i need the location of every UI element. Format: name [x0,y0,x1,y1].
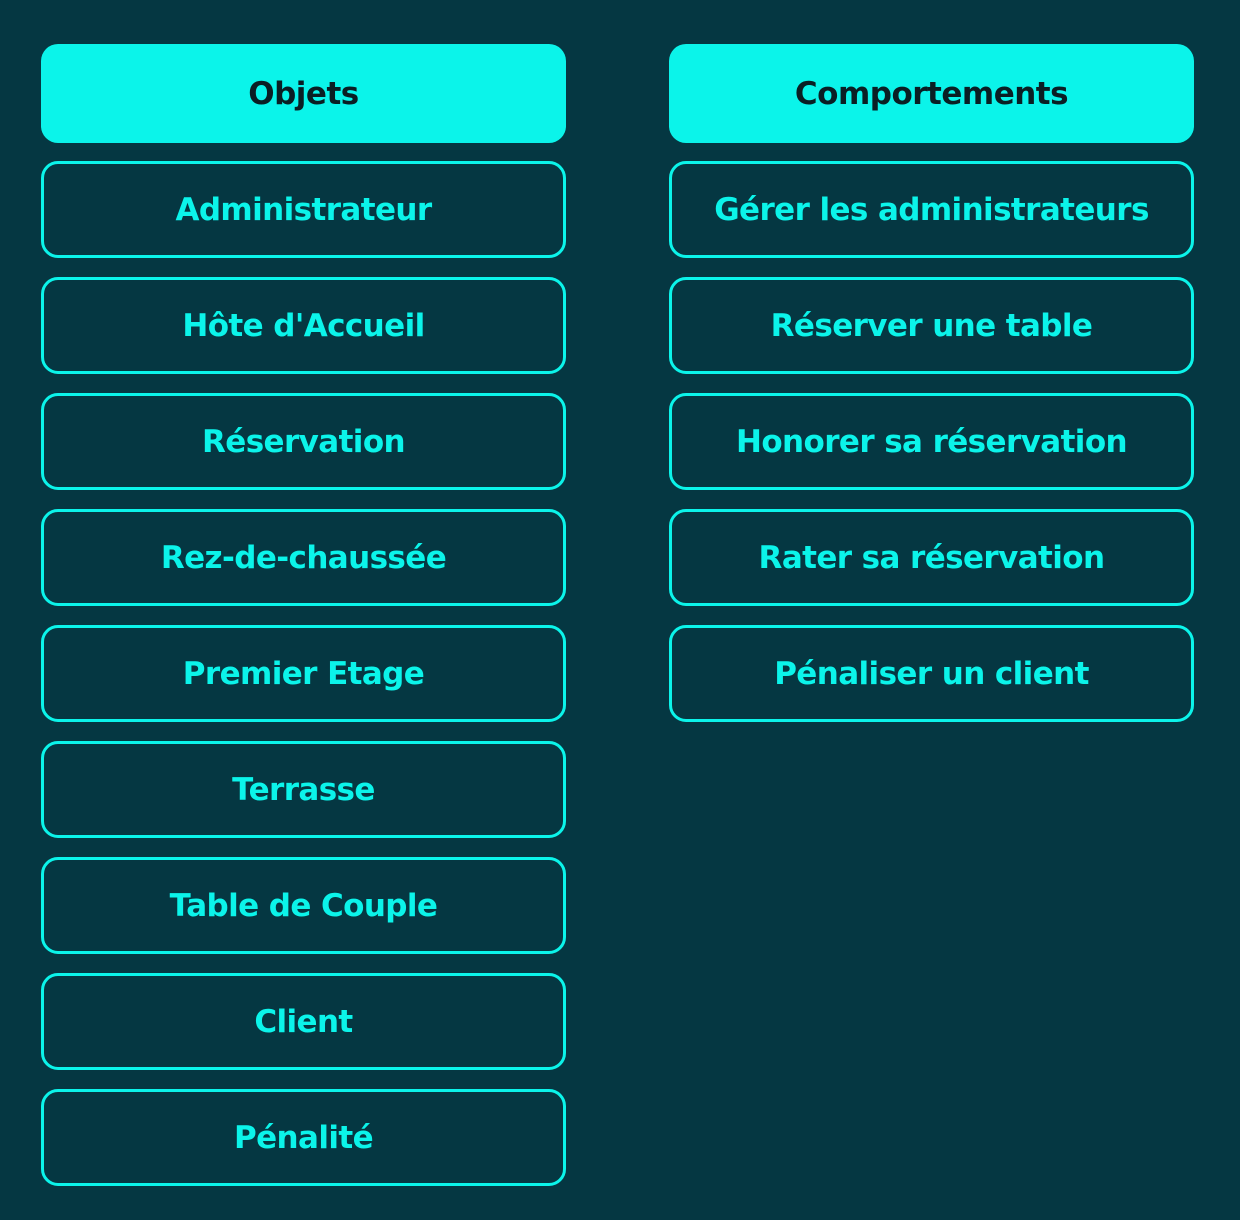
behavior-item-honorer-reservation: Honorer sa réservation [669,393,1194,490]
behaviors-header: Comportements [669,44,1194,143]
objects-header: Objets [41,44,566,143]
behavior-item-rater-reservation: Rater sa réservation [669,509,1194,606]
behaviors-list: Gérer les administrateurs Réserver une t… [669,161,1194,722]
objects-list: Administrateur Hôte d'Accueil Réservatio… [41,161,566,1186]
behavior-item-reserver-table: Réserver une table [669,277,1194,374]
object-item-table-de-couple: Table de Couple [41,857,566,954]
behavior-item-gerer-administrateurs: Gérer les administrateurs [669,161,1194,258]
object-item-client: Client [41,973,566,1070]
object-item-rez-de-chaussee: Rez-de-chaussée [41,509,566,606]
object-item-terrasse: Terrasse [41,741,566,838]
object-item-administrateur: Administrateur [41,161,566,258]
object-item-penalite: Pénalité [41,1089,566,1186]
behaviors-column: Comportements Gérer les administrateurs … [669,44,1194,722]
objects-column: Objets Administrateur Hôte d'Accueil Rés… [41,44,566,1186]
behavior-item-penaliser-client: Pénaliser un client [669,625,1194,722]
object-item-reservation: Réservation [41,393,566,490]
object-item-hote-accueil: Hôte d'Accueil [41,277,566,374]
object-item-premier-etage: Premier Etage [41,625,566,722]
